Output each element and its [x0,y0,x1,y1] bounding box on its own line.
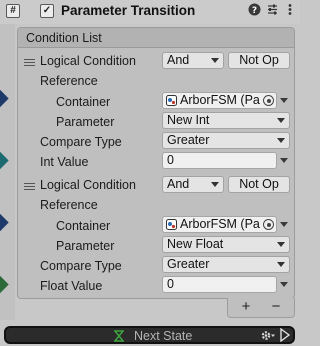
slot-diamond-icon[interactable] [0,89,9,108]
state-link-bar[interactable]: Next State [4,326,295,344]
slot-diamond-icon[interactable] [0,151,9,170]
parameter-label: Parameter [56,115,115,129]
condition-list-header: Condition List [18,28,294,48]
arbor-fsm-icon [166,95,177,106]
parameter-label: Parameter [56,239,115,253]
field-menu-icon[interactable] [280,98,288,103]
logical-condition-value: And [167,53,190,67]
script-icon: # [6,4,20,18]
container-object-field[interactable]: ArborFSM (Pa [162,216,277,233]
link-arrow-icon[interactable] [279,328,291,342]
parameter-dropdown[interactable]: New Float [162,236,290,253]
remove-condition-button[interactable]: − [266,298,286,316]
parameter-value: New Int [167,113,210,127]
container-label: Container [56,219,111,233]
list-footer: + − [227,298,295,318]
int-value-field[interactable]: 0 [162,152,277,169]
side-slot-strip [0,24,15,320]
slot-diamond-icon[interactable] [0,275,9,294]
not-op-toggle[interactable]: Not Op [228,176,290,193]
compare-type-dropdown[interactable]: Greater [162,256,290,273]
state-link-name: Next State [134,329,193,343]
compare-type-dropdown[interactable]: Greater [162,132,290,149]
not-op-toggle[interactable]: Not Op [228,52,290,69]
compare-type-value: Greater [167,133,210,147]
logical-condition-label: Logical Condition [40,178,136,192]
container-value: ArborFSM (Pa [180,93,260,107]
compare-type-label: Compare Type [40,135,122,149]
logical-condition-dropdown[interactable]: And [162,52,224,69]
logical-condition-dropdown[interactable]: And [162,176,224,193]
parameter-dropdown[interactable]: New Int [162,112,290,129]
chevron-down-icon [211,58,219,63]
drag-handle-icon[interactable] [24,59,35,66]
int-value-label: Int Value [40,155,89,169]
compare-type-value: Greater [167,257,210,271]
container-label: Container [56,95,111,109]
slot-diamond-icon[interactable] [0,213,9,232]
object-picker-icon[interactable] [263,95,274,106]
drag-handle-icon[interactable] [24,183,35,190]
chevron-down-icon [277,262,285,267]
more-icon[interactable] [283,3,297,19]
enabled-checkbox[interactable]: ✓ [40,4,54,18]
component-header: # ✓ Parameter Transition ? [0,0,300,24]
chevron-down-icon [277,242,285,247]
field-menu-icon[interactable] [280,222,288,227]
float-value-field[interactable]: 0 [162,276,277,293]
preset-icon[interactable] [265,3,279,19]
float-value-label: Float Value [40,279,103,293]
reference-label: Reference [40,74,98,88]
logical-condition-label: Logical Condition [40,54,136,68]
logical-condition-value: And [167,177,190,191]
gear-icon[interactable] [260,329,276,342]
component-title: Parameter Transition [61,3,196,18]
chevron-down-icon [277,138,285,143]
object-picker-icon[interactable] [263,219,274,230]
chevron-down-icon [211,182,219,187]
reference-label: Reference [40,198,98,212]
container-object-field[interactable]: ArborFSM (Pa [162,92,277,109]
field-menu-icon[interactable] [280,282,288,287]
compare-type-label: Compare Type [40,259,122,273]
arbor-fsm-icon [166,219,177,230]
parameter-value: New Float [167,237,224,251]
chevron-down-icon [277,118,285,123]
container-value: ArborFSM (Pa [180,217,260,231]
hourglass-icon [114,330,124,342]
condition-list-panel: Condition List Logical Condition And Not… [17,27,295,299]
help-icon[interactable]: ? [247,3,261,19]
condition-list-title: Condition List [26,31,102,45]
add-condition-button[interactable]: + [236,298,256,316]
svg-text:?: ? [251,6,256,16]
field-menu-icon[interactable] [280,158,288,163]
